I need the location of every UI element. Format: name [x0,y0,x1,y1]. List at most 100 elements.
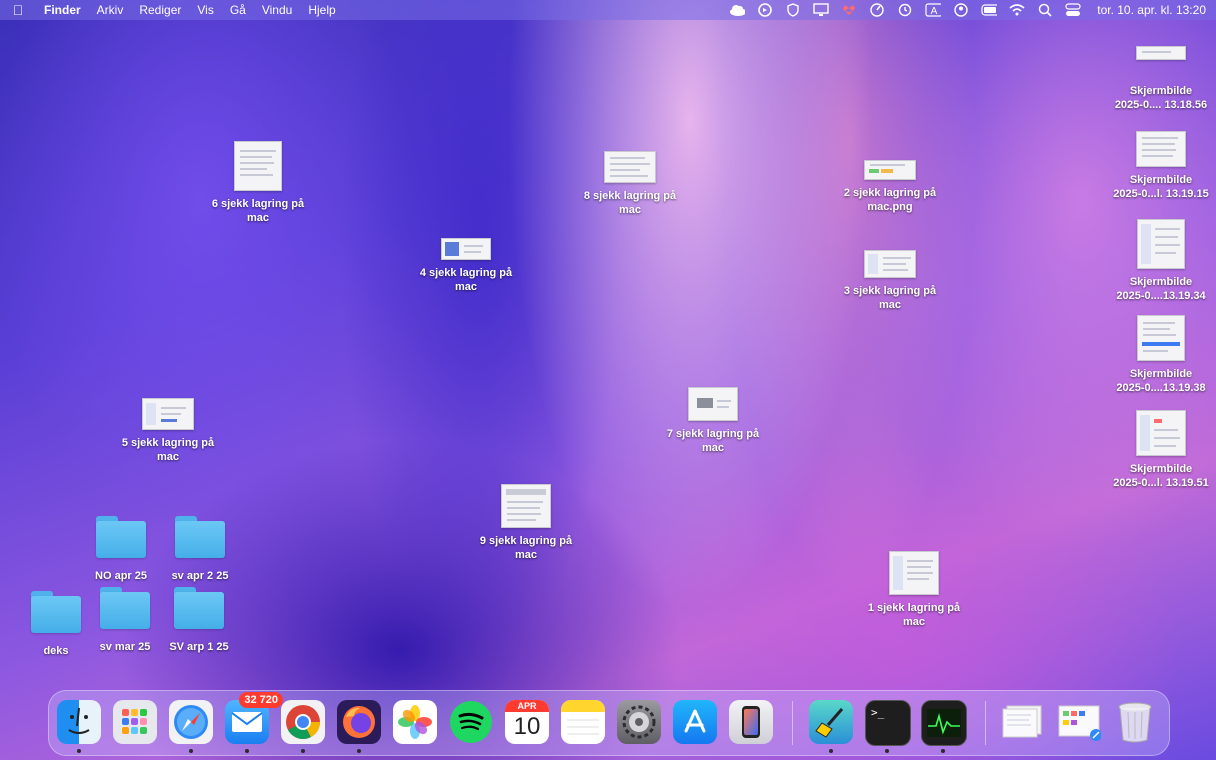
calendar-month: APR [505,700,549,712]
dock-separator [792,701,793,745]
spotlight-icon[interactable] [1037,3,1053,17]
running-indicator [941,749,945,753]
file-thumbnail [501,484,551,528]
dock-photos[interactable] [393,700,437,744]
folder-icon [175,516,225,558]
dock-calendar[interactable]: APR 10 [505,700,549,744]
dock-screenshots-stack[interactable] [1001,700,1045,744]
dock-cleanmymac[interactable] [809,700,853,744]
running-indicator [245,749,249,753]
menu-vindu[interactable]: Vindu [254,0,300,20]
dock-firefox[interactable] [337,700,381,744]
menu-arkiv[interactable]: Arkiv [89,0,132,20]
dropbox-icon[interactable] [841,3,857,17]
desktop-file-1[interactable]: 1 sjekk lagring på mac [859,551,969,629]
dock-safari[interactable] [169,700,213,744]
desktop-folder-sv-apr-2-25[interactable]: sv apr 2 25 [160,516,240,582]
menu-rediger[interactable]: Rediger [131,0,189,20]
dock-trash[interactable] [1113,700,1157,744]
sync-icon[interactable] [757,3,773,17]
folder-label: NO apr 25 [95,570,147,582]
dock-finder[interactable] [57,700,101,744]
file-thumbnail [234,141,282,191]
desktop-file-4[interactable]: 4 sjekk lagring på mac [411,238,521,294]
gauge-icon[interactable] [869,3,885,17]
svg-text:A: A [931,6,938,17]
menubar-clock[interactable]: tor. 10. apr. kl. 13:20 [1093,3,1206,17]
screenshot-stack-icon [1002,705,1042,738]
running-indicator [77,749,81,753]
desktop-folder-deks[interactable]: deks [16,591,96,657]
dock-launchpad[interactable] [113,700,157,744]
desktop-screenshot-2[interactable]: Skjermbilde 2025-0...l. 13.19.15 [1106,131,1216,201]
running-indicator [829,749,833,753]
desktop-folder-no-apr-25[interactable]: NO apr 25 [81,516,161,582]
dock-activity-monitor[interactable] [921,700,967,746]
clock-history-icon[interactable] [897,3,913,17]
desktop-screenshot-3[interactable]: Skjermbilde 2025-0....13.19.34 [1106,219,1216,303]
apple-menu-icon[interactable]:  [0,2,36,18]
dock-spotify[interactable] [449,700,493,744]
desktop-file-2[interactable]: 2 sjekk lagring på mac.png [835,160,945,214]
trash-icon [1118,702,1152,743]
desktop-screenshot-5[interactable]: Skjermbilde 2025-0...l. 13.19.51 [1106,410,1216,490]
dock-terminal[interactable]: >_ [865,700,911,746]
file-thumbnail [1137,315,1185,361]
running-indicator [301,749,305,753]
control-center-icon[interactable] [1065,3,1081,17]
activity-monitor-icon [927,709,961,737]
user-icon[interactable] [953,3,969,17]
desktop-file-8[interactable]: 8 sjekk lagring på mac [575,151,685,217]
shield-icon[interactable] [785,3,801,17]
icloud-icon[interactable] [729,3,746,17]
launchpad-icon [122,709,147,734]
file-thumbnail [441,238,491,260]
dock-mail[interactable]: 32 720 [225,692,283,744]
terminal-icon: >_ [871,706,885,719]
desktop-file-3[interactable]: 3 sjekk lagring på mac [835,250,945,312]
dock-system-settings[interactable] [617,700,661,744]
desktop-file-6[interactable]: 6 sjekk lagring på mac [203,141,313,225]
downloads-stack-icon [1058,705,1101,741]
folder-icon [96,516,146,558]
desktop-folder-sv-arp-1-25[interactable]: SV arp 1 25 [159,587,239,653]
file-label: Skjermbilde 2025-0....13.19.38 [1116,368,1206,394]
desktop-file-7[interactable]: 7 sjekk lagring på mac [658,387,768,455]
file-thumbnail [864,160,916,180]
file-label: 4 sjekk lagring på mac [419,267,513,293]
dock-downloads-stack[interactable] [1057,700,1101,744]
folder-label: sv apr 2 25 [171,570,229,582]
dock-iphone-mirroring[interactable] [729,700,773,744]
desktop-file-9[interactable]: 9 sjekk lagring på mac [471,484,581,562]
wifi-icon[interactable] [1009,3,1025,17]
chrome-icon [286,705,320,739]
menu-app-name[interactable]: Finder [36,0,89,20]
battery-icon[interactable] [981,3,998,17]
dock-chrome[interactable] [281,700,325,744]
finder-icon [68,707,90,734]
menu-vis[interactable]: Vis [189,0,221,20]
safari-icon [174,705,208,739]
folder-label: SV arp 1 25 [169,641,229,653]
file-label: Skjermbilde 2025-0.... 13.18.56 [1114,85,1208,111]
display-icon[interactable] [813,3,829,17]
dock-notes[interactable] [561,700,605,744]
desktop-screenshot-4[interactable]: Skjermbilde 2025-0....13.19.38 [1106,315,1216,395]
menu-hjelp[interactable]: Hjelp [300,0,343,20]
keyboard-input-icon[interactable]: A [925,3,942,17]
desktop-file-5[interactable]: 5 sjekk lagring på mac [113,398,223,464]
iphone-icon [742,706,760,738]
folder-label: sv mar 25 [99,641,151,653]
file-label: 3 sjekk lagring på mac [843,285,937,311]
desktop-folder-sv-mar-25[interactable]: sv mar 25 [85,587,165,653]
file-thumbnail [604,151,656,183]
menu-ga[interactable]: Gå [222,0,254,20]
running-indicator [357,749,361,753]
file-thumbnail [1137,219,1185,269]
app-store-icon [684,709,706,733]
menu-bar:  Finder Arkiv Rediger Vis Gå Vindu Hjel… [0,0,1216,20]
settings-icon [622,705,656,739]
dock-app-store[interactable] [673,700,717,744]
desktop-screenshot-1[interactable]: Skjermbilde 2025-0.... 13.18.56 [1106,46,1216,112]
folder-label: deks [43,645,69,657]
